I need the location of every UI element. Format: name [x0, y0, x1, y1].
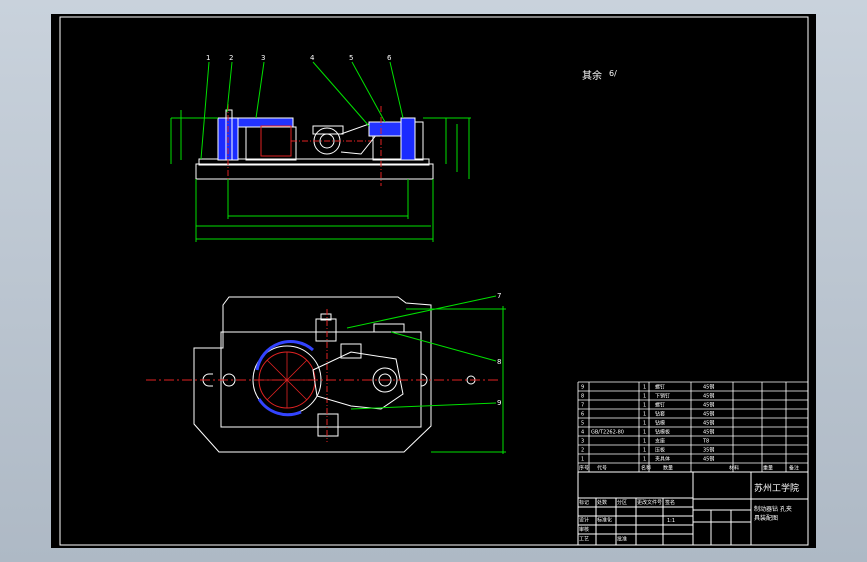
bom-row-name: 钻套	[655, 411, 665, 418]
balloon-9: 9	[497, 399, 501, 407]
bom-row-qty: 1	[643, 430, 646, 436]
bom-header-cell: 代号	[597, 465, 607, 472]
sign-cell: 分区	[617, 499, 627, 506]
bom-header-cell: 备注	[789, 465, 799, 472]
bom-row-no: 6	[581, 412, 584, 418]
bom-row-material: 45钢	[703, 429, 714, 436]
sign-cell: 设计	[579, 517, 589, 524]
bom-row-code: GB/T2262-80	[591, 430, 624, 436]
balloon-1: 1	[206, 54, 210, 62]
balloon-3: 3	[261, 54, 265, 62]
bom-row-qty: 1	[643, 421, 646, 427]
sign-cell: 更改文件号	[637, 499, 662, 506]
bom-row-name: 螺钉	[655, 402, 665, 409]
bom-row-material: 45钢	[703, 402, 714, 409]
bom-row-no: 3	[581, 439, 584, 445]
bom-row-name: 钻模板	[655, 429, 670, 436]
bom-row-material: 45钢	[703, 411, 714, 418]
bom-row-qty: 1	[643, 385, 646, 391]
bom-header-cell: 重量	[763, 465, 773, 472]
balloon-7: 7	[497, 292, 501, 300]
balloon-2: 2	[229, 54, 233, 62]
balloon-8: 8	[497, 358, 501, 366]
sign-cell: 标记	[579, 499, 589, 506]
bom-row-no: 8	[581, 394, 584, 400]
bom-row-material: 45钢	[703, 384, 714, 391]
bom-row-no: 2	[581, 448, 584, 454]
bom-row-qty: 1	[643, 394, 646, 400]
drawing-title: 制动器钻 孔夹	[754, 505, 792, 513]
bom-row-material: 45钢	[703, 393, 714, 400]
bom-row-name: 夹具体	[655, 456, 670, 463]
scale-value: 1:1	[667, 518, 675, 524]
balloon-5: 5	[349, 54, 353, 62]
bom-header-cell: 材料	[729, 465, 739, 472]
front-view: 1 2 3 4 5 6	[170, 54, 471, 242]
bom-header-cell: 序号	[579, 465, 589, 472]
title-block: 苏州工学院 制动器钻 孔夹 具装配图 1:1 标记 处数 分区 更改文件号 签名设计 标准…	[577, 471, 809, 546]
drawing-subtitle: 具装配图	[754, 514, 778, 522]
bill-of-materials: 9 1 螺钉 45钢 8 1 下销钉 45钢 7 1 螺钉 45钢 6 1 钻套 45钢 5 1 钻模 45钢 4 GB/…	[577, 381, 809, 473]
sign-cell: 批准	[617, 536, 627, 543]
bom-row-qty: 1	[643, 439, 646, 445]
right-post	[400, 117, 416, 161]
bom-row-name: 螺钉	[655, 384, 665, 391]
bom-row-no: 7	[581, 403, 584, 409]
bom-row-material: 35钢	[703, 447, 714, 454]
bom-row-no: 1	[581, 457, 584, 463]
drawing-canvas: 其余 6/ 1 2 3 4 5 6 7 8 9 9 1 螺钉 45钢 8 1 下…	[51, 14, 816, 548]
top-view: 7 8 9	[146, 292, 506, 454]
sign-cell: 签名	[665, 499, 675, 506]
bom-row-qty: 1	[643, 457, 646, 463]
bom-row-qty: 1	[643, 412, 646, 418]
bom-row-name: 下销钉	[655, 393, 670, 400]
sign-cell: 工艺	[579, 537, 589, 543]
bom-row-name: 钻模	[655, 420, 665, 427]
surface-note: 其余	[582, 69, 602, 82]
bom-row-material: 45钢	[703, 420, 714, 427]
bom-row-material: T8	[702, 439, 709, 445]
sign-cell: 审核	[579, 526, 589, 533]
sign-cell: 标准化	[597, 517, 612, 524]
assembly-drawing: 其余 6/ 1 2 3 4 5 6 7 8 9 9 1 螺钉 45钢8 1 下销…	[59, 16, 809, 546]
sign-cell: 处数	[597, 499, 607, 506]
bom-row-no: 5	[581, 421, 584, 427]
bom-row-no: 9	[581, 385, 584, 391]
bom-row-qty: 1	[643, 448, 646, 454]
bom-row-no: 4	[581, 430, 584, 436]
sheet-border	[59, 16, 809, 546]
bom-row-material: 45钢	[703, 456, 714, 463]
bom-row-name: 支座	[655, 438, 665, 445]
school-name: 苏州工学院	[754, 482, 799, 494]
bom-header-cell: 数量	[663, 465, 673, 472]
bom-row-qty: 1	[643, 403, 646, 409]
balloon-6: 6	[387, 54, 392, 62]
base-plate	[195, 163, 434, 180]
roughness-symbol: 6/	[609, 69, 617, 78]
bom-header-cell: 名称	[641, 465, 651, 472]
bom-row-name: 压板	[655, 447, 665, 454]
balloon-4: 4	[310, 54, 315, 62]
